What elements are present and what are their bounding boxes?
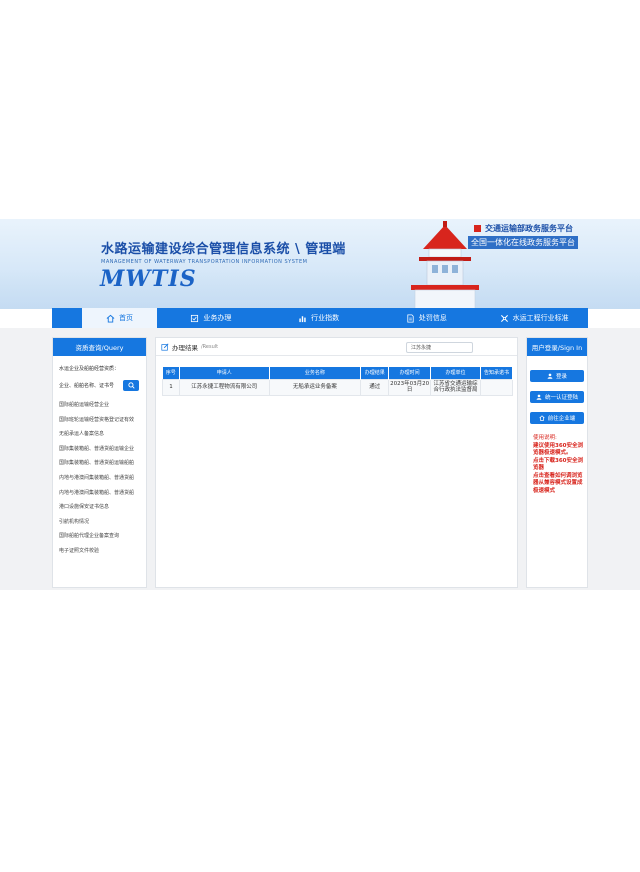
table-row[interactable]: 1 江苏永捷工程物流有限公司 无船承运业务备案 通过 2023年03月20日 江… (162, 378, 514, 396)
login-button-label: 登录 (555, 374, 567, 380)
result-subtitle: /Result (201, 343, 219, 350)
query-search-button[interactable] (123, 380, 139, 391)
login-panel-title: 用户登录/Sign In (527, 338, 587, 356)
query-link-list: 国际船舶运输经营企业 国际班轮运输经营资格登记证有效 无船承运人备案信息 国际集… (53, 398, 146, 559)
nav-index[interactable]: 行业指数 (265, 308, 373, 328)
search-icon (127, 382, 135, 389)
tools-icon (500, 314, 508, 322)
query-search-row: 企业、船舶名称、证书号 (59, 380, 146, 391)
result-title: 办理结果 (172, 343, 198, 352)
column-header: 申请人 (179, 367, 270, 379)
nav-standards[interactable]: 水运工程行业标准 (480, 308, 588, 328)
query-label: 水运企业及船舶经营资质： (59, 366, 120, 372)
result-panel-header: 办理结果 /Result 江苏永捷 (156, 338, 517, 356)
home-icon (539, 415, 545, 421)
nav-home[interactable]: 首页 (82, 308, 157, 328)
column-header: 办理结果 (360, 367, 390, 379)
system-logo: MWTIS (100, 266, 197, 292)
usage-notes-title: 使用说明: (533, 435, 557, 441)
query-link[interactable]: 引航机构情况 (59, 515, 145, 530)
column-header: 办理单位 (430, 367, 481, 379)
nav-penalty[interactable]: 处罚信息 (373, 308, 481, 328)
table-header-row: 序号 申请人 业务名称 办理结果 办理时间 办理单位 告知承诺书 (162, 367, 514, 379)
main-nav: 首页 业务办理 行业指数 处罚信息 水运工程行业标准 (52, 308, 588, 328)
query-link[interactable]: 国际集装箱船、普通货船运输船舶 (59, 456, 145, 471)
nav-business[interactable]: 业务办理 (157, 308, 265, 328)
usage-notes: 使用说明: 建议使用360安全浏览器极速模式。 点击下载360安全浏览器 点击查… (533, 435, 587, 495)
usage-note: 建议使用360安全浏览器极速模式。 (533, 442, 583, 457)
cell-result: 通过 (360, 378, 390, 396)
browser-mode-help-link[interactable]: 点击查看如何调浏览器从兼容模式设置成极速模式 (533, 473, 587, 496)
page: 水路运输建设综合管理信息系统 \ 管理端 MANAGEMENT OF WATER… (0, 0, 640, 872)
download-browser-link[interactable]: 点击下载360安全浏览器 (533, 458, 587, 473)
cell-unit: 江苏省交通运输综合行政执法监督局 (430, 378, 481, 396)
lighthouse-icon (411, 221, 479, 309)
banner-wave (0, 269, 640, 309)
query-search-input[interactable]: 企业、船舶名称、证书号 (59, 382, 123, 389)
column-header: 序号 (162, 367, 180, 379)
enterprise-portal-label: 前往企业端 (547, 416, 576, 422)
nav-label: 首页 (119, 314, 133, 322)
cell-letter[interactable] (479, 378, 514, 396)
nav-label: 水运工程行业标准 (512, 314, 569, 322)
query-link[interactable]: 无船承运人备案信息 (59, 427, 145, 442)
query-link[interactable]: 国际班轮运输经营资格登记证有效 (59, 413, 145, 428)
query-link[interactable]: 国际集装箱船、普通货船运输企业 (59, 442, 145, 457)
bar-chart-icon (299, 315, 306, 322)
query-link[interactable]: 港口设施保安证书信息 (59, 500, 145, 515)
cell-applicant: 江苏永捷工程物流有限公司 (178, 378, 270, 396)
platform-line1: 交通运输部政务服务平台 (485, 224, 573, 233)
system-subtitle-en: MANAGEMENT OF WATERWAY TRANSPORTATION IN… (101, 259, 308, 265)
system-title: 水路运输建设综合管理信息系统 \ 管理端 (101, 242, 346, 257)
unified-auth-button[interactable]: 统一认证登陆 (530, 391, 584, 403)
query-link[interactable]: 内地与港澳间集装箱船、普通货船 (59, 471, 145, 486)
query-link[interactable]: 电子证照文件校验 (59, 544, 145, 559)
nav-label: 处罚信息 (418, 314, 447, 322)
unified-auth-label: 统一认证登陆 (544, 395, 578, 401)
login-panel: 用户登录/Sign In 登录 统一认证登陆 前往企业端 使用说明: 建议使用3… (526, 337, 588, 588)
platform-line2[interactable]: 全国一体化在线政务服务平台 (468, 236, 578, 249)
platform-badge[interactable]: 交通运输部政务服务平台 (474, 223, 573, 234)
edit-icon (161, 342, 169, 351)
query-link[interactable]: 国际船舶运输经营企业 (59, 398, 145, 413)
query-panel-title: 资质查询/Query (53, 338, 146, 356)
cell-time: 2023年03月20日 (388, 378, 432, 396)
user-icon (536, 394, 542, 400)
query-panel: 资质查询/Query 水运企业及船舶经营资质： 企业、船舶名称、证书号 国际船舶… (52, 337, 147, 588)
checklist-icon (191, 314, 199, 322)
cell-no: 1 (162, 378, 180, 396)
result-panel: 办理结果 /Result 江苏永捷 序号 申请人 业务名称 办理结果 办理时间 … (155, 337, 518, 588)
enterprise-portal-button[interactable]: 前往企业端 (530, 412, 584, 424)
query-link[interactable]: 国际船舶代理企业备案查询 (59, 529, 145, 544)
nav-label: 行业指数 (311, 314, 340, 322)
login-button[interactable]: 登录 (530, 370, 584, 382)
column-header: 告知承诺书 (480, 367, 514, 379)
cell-business: 无船承运业务备案 (268, 378, 362, 396)
user-icon (547, 373, 553, 379)
document-icon (407, 313, 414, 323)
query-link[interactable]: 内地与港澳间集装箱船、普通货船 (59, 486, 145, 501)
result-table: 序号 申请人 业务名称 办理结果 办理时间 办理单位 告知承诺书 1 江苏永捷工… (162, 367, 514, 396)
column-header: 办理时间 (388, 367, 432, 379)
flag-icon (474, 225, 481, 232)
home-icon (106, 314, 115, 323)
column-header: 业务名称 (269, 367, 362, 379)
result-query-input[interactable]: 江苏永捷 (406, 342, 473, 353)
nav-label: 业务办理 (203, 314, 232, 322)
